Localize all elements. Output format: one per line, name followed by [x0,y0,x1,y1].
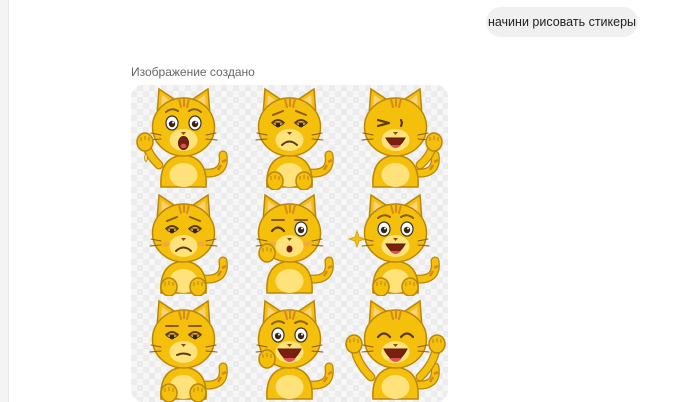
sidebar-edge [0,0,9,402]
cat-sticker-worried [131,191,236,296]
user-message-bubble: начини рисовать стикеры [486,7,638,37]
generated-image[interactable] [131,85,448,402]
cat-sticker-sad-frown [237,85,342,190]
user-message-text: начини рисовать стикеры [487,15,637,29]
cat-sticker-happy-cheering [343,297,448,402]
cat-sticker-surprised-wave [131,85,236,190]
image-created-status: Изображение создано [131,65,255,79]
cat-sticker-amazed-sparkle [343,191,448,296]
cat-sticker-winking [237,191,342,296]
cat-sticker-shocked-cheek [237,297,342,402]
cat-sticker-laughing-wave [343,85,448,190]
cat-sticker-unimpressed [131,297,236,402]
